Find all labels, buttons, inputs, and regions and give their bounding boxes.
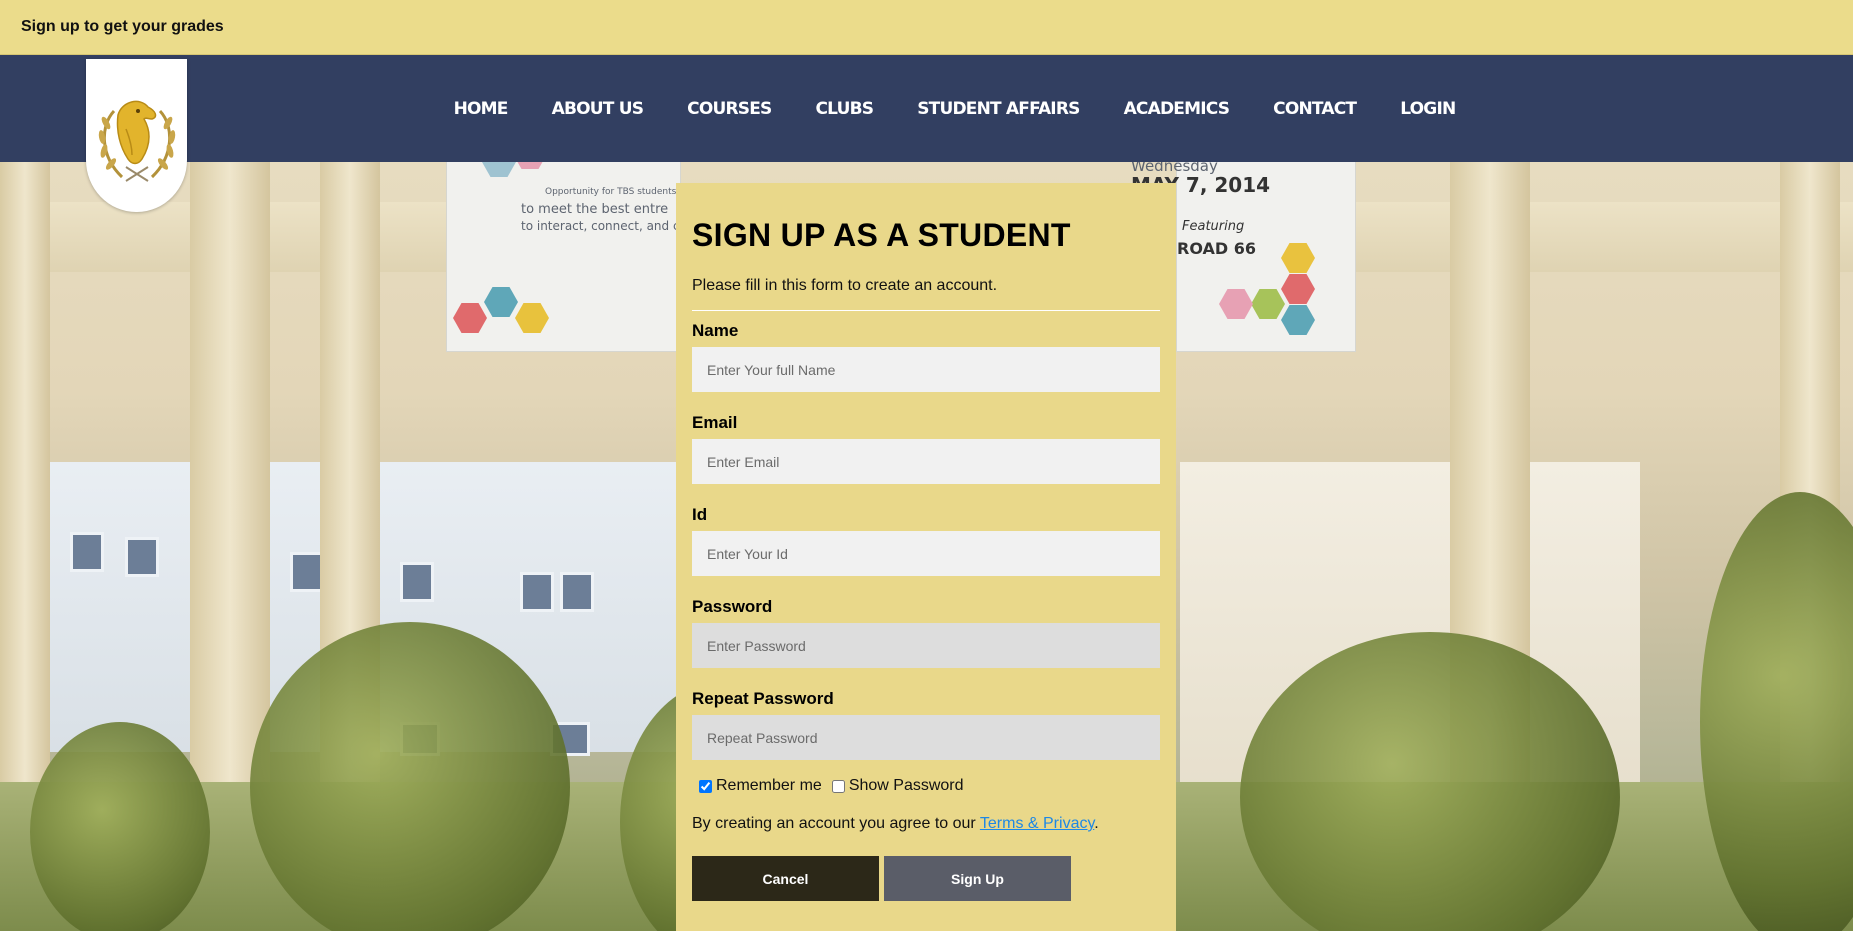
password-label: Password	[692, 597, 773, 616]
nav-link-login[interactable]: LOGIN	[1400, 99, 1456, 119]
form-buttons: Cancel Sign Up	[692, 856, 1160, 901]
email-label: Email	[692, 413, 738, 432]
password-input[interactable]	[692, 623, 1160, 668]
banner-line-1: Opportunity for TBS students	[545, 187, 677, 197]
nav-item-courses: COURSES	[687, 99, 772, 119]
nav-link-student-affairs[interactable]: STUDENT AFFAIRS	[917, 99, 1080, 119]
terms-prefix: By creating an account you agree to our	[692, 815, 980, 832]
email-input[interactable]	[692, 439, 1160, 484]
nav-link-about-us[interactable]: ABOUT US	[552, 99, 644, 119]
nav-item-student-affairs: STUDENT AFFAIRS	[917, 99, 1080, 119]
nav-item-about-us: ABOUT US	[552, 99, 644, 119]
nav-link-academics[interactable]: ACADEMICS	[1124, 99, 1230, 119]
nav-link-courses[interactable]: COURSES	[687, 99, 772, 119]
nav-item-home: HOME	[454, 99, 509, 119]
forum-banner-left: Opportunity for TBS students to meet the…	[446, 162, 681, 352]
nav-item-academics: ACADEMICS	[1124, 99, 1230, 119]
name-label: Name	[692, 321, 739, 340]
form-title: SIGN UP AS A STUDENT	[692, 217, 1071, 253]
repeat-password-input[interactable]	[692, 715, 1160, 760]
banner-line-3: to interact, connect, and c	[521, 219, 680, 233]
id-field-group: Id	[692, 505, 1160, 576]
terms-suffix: .	[1094, 815, 1099, 832]
nav-link-contact[interactable]: CONTACT	[1273, 99, 1357, 119]
name-input[interactable]	[692, 347, 1160, 392]
terms-privacy-link[interactable]: Terms & Privacy	[980, 815, 1094, 832]
signup-form: SIGN UP AS A STUDENT Please fill in this…	[676, 183, 1176, 931]
nav-item-contact: CONTACT	[1273, 99, 1357, 119]
nav-menu: HOME ABOUT US COURSES CLUBS STUDENT AFFA…	[0, 55, 1853, 162]
cancel-button[interactable]: Cancel	[692, 856, 879, 901]
school-logo[interactable]	[86, 59, 187, 212]
remember-me-label[interactable]: Remember me	[716, 777, 822, 795]
banner-featuring: Featuring	[1182, 219, 1245, 234]
sign-up-button[interactable]: Sign Up	[884, 856, 1071, 901]
remember-me-checkbox[interactable]	[699, 779, 712, 793]
id-input[interactable]	[692, 531, 1160, 576]
password-field-group: Password	[692, 597, 1160, 668]
show-password-label[interactable]: Show Password	[849, 777, 964, 795]
announcement-text: Sign up to get your grades	[21, 18, 224, 35]
nav-link-home[interactable]: HOME	[454, 99, 509, 119]
email-field-group: Email	[692, 413, 1160, 484]
form-intro: Please fill in this form to create an ac…	[692, 277, 998, 294]
nav-item-clubs: CLUBS	[815, 99, 874, 119]
nav-link-clubs[interactable]: CLUBS	[815, 99, 874, 119]
show-password-checkbox[interactable]	[831, 779, 845, 793]
eagle-crest-icon	[98, 100, 175, 182]
forum-banner-right: Wednesday MAY 7, 2014 Featuring ROAD 66	[1131, 162, 1356, 352]
id-label: Id	[692, 505, 708, 524]
form-divider	[692, 310, 1160, 311]
announcement-bar: Sign up to get your grades	[0, 0, 1853, 55]
main-navbar: HOME ABOUT US COURSES CLUBS STUDENT AFFA…	[0, 55, 1853, 162]
repeat-password-field-group: Repeat Password	[692, 689, 1160, 760]
terms-notice: By creating an account you agree to our …	[692, 815, 1160, 833]
form-options: Remember me Show Password	[699, 777, 1160, 795]
name-field-group: Name	[692, 321, 1160, 392]
banner-line-2: to meet the best entre	[521, 202, 669, 217]
nav-item-login: LOGIN	[1400, 99, 1456, 119]
repeat-password-label: Repeat Password	[692, 689, 834, 708]
banner-band: ROAD 66	[1177, 239, 1256, 258]
